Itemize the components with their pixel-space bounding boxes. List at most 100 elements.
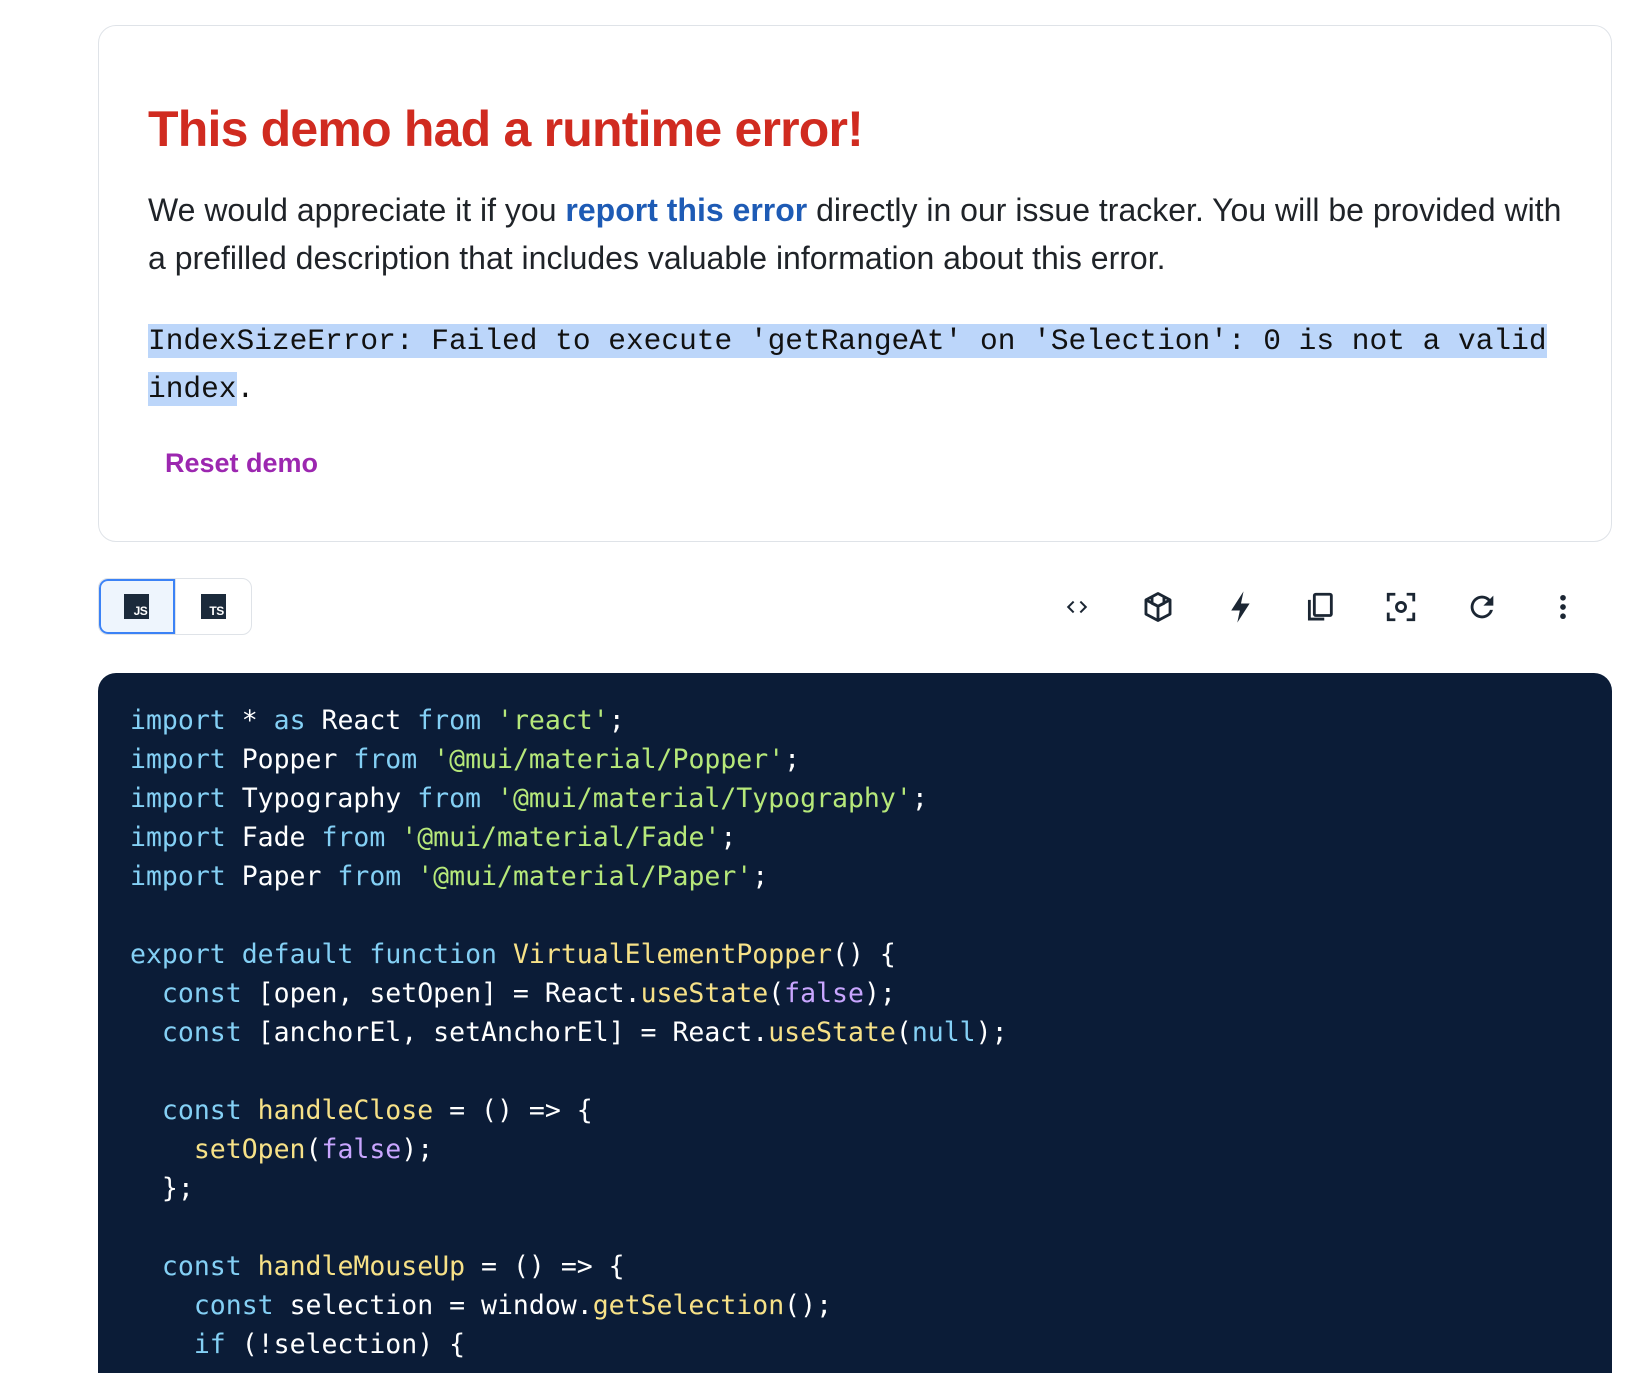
code-token: import	[130, 744, 226, 775]
code-line: import Paper from '@mui/material/Paper';	[130, 857, 1008, 896]
code-token: ;	[784, 744, 801, 775]
code-token: handleClose	[257, 1095, 434, 1126]
code-token: );	[863, 978, 896, 1009]
code-icon	[1066, 600, 1088, 614]
code-token: false	[321, 1134, 402, 1165]
reset-demo-button[interactable]: Reset demo	[151, 436, 332, 490]
code-token: };	[130, 1173, 194, 1204]
code-token: from	[417, 783, 482, 814]
ts-toggle-button[interactable]: TS	[174, 579, 252, 634]
code-token: Fade	[225, 822, 322, 853]
code-token: [open, setOpen] = React.	[241, 978, 641, 1009]
code-token: Popper	[225, 744, 354, 775]
copy-source-button[interactable]	[1297, 584, 1343, 630]
code-token: const	[161, 1251, 242, 1282]
language-toggle: JS TS	[98, 578, 252, 635]
code-token: ;	[911, 783, 928, 814]
code-line: import Fade from '@mui/material/Fade';	[130, 818, 1008, 857]
code-token: from	[417, 705, 482, 736]
code-token: from	[337, 861, 402, 892]
code-token: export	[130, 939, 226, 970]
more-options-button[interactable]	[1540, 584, 1586, 630]
code-token: useState	[768, 1017, 896, 1048]
code-token: from	[353, 744, 418, 775]
code-token: Typography	[225, 783, 418, 814]
code-token: );	[975, 1017, 1008, 1048]
code-token: () {	[832, 939, 896, 970]
code-token: (	[895, 1017, 912, 1048]
code-line: const selection = window.getSelection();	[130, 1286, 1008, 1325]
code-line: const [anchorEl, setAnchorEl] = React.us…	[130, 1013, 1008, 1052]
code-token: default	[241, 939, 354, 970]
error-description: We would appreciate it if you report thi…	[148, 186, 1578, 282]
source-code: import * as React from 'react'; import Po…	[130, 701, 1008, 1364]
error-message-selected: IndexSizeError: Failed to execute 'getRa…	[148, 324, 1547, 406]
stackblitz-button[interactable]	[1216, 584, 1262, 630]
code-token: '@mui/material/Popper'	[433, 744, 785, 775]
code-token: ();	[784, 1290, 833, 1321]
code-line: const [open, setOpen] = React.useState(f…	[130, 974, 1008, 1013]
code-block[interactable]: import * as React from 'react'; import Po…	[98, 673, 1612, 1373]
reset-demo-icon-button[interactable]	[1459, 584, 1505, 630]
code-token: [anchorEl, setAnchorEl] = React.	[241, 1017, 769, 1048]
show-source-button[interactable]	[1054, 584, 1100, 630]
code-token: const	[161, 1095, 242, 1126]
code-token: if	[193, 1329, 226, 1360]
code-token: 'react'	[497, 705, 609, 736]
code-token: Paper	[225, 861, 338, 892]
code-token: from	[321, 822, 386, 853]
codesandbox-button[interactable]	[1135, 584, 1181, 630]
code-token: '@mui/material/Paper'	[417, 861, 753, 892]
code-token: import	[130, 705, 226, 736]
code-token: useState	[640, 978, 769, 1009]
code-line: import Popper from '@mui/material/Popper…	[130, 740, 1008, 779]
code-token: selection = window.	[273, 1290, 593, 1321]
code-token: ;	[752, 861, 769, 892]
code-token: );	[401, 1134, 434, 1165]
code-token: = () => {	[433, 1095, 593, 1126]
js-icon: JS	[124, 594, 150, 619]
code-line: export default function VirtualElementPo…	[130, 935, 1008, 974]
code-token: '@mui/material/Typography'	[496, 783, 912, 814]
js-toggle-button[interactable]: JS	[99, 579, 175, 634]
error-message: IndexSizeError: Failed to execute 'getRa…	[148, 317, 1598, 413]
error-card: This demo had a runtime error! We would …	[98, 25, 1612, 542]
code-token: (!selection) {	[225, 1329, 466, 1360]
code-token: as	[273, 705, 306, 736]
code-token: '@mui/material/Fade'	[401, 822, 721, 853]
code-token: const	[161, 1017, 242, 1048]
code-token: (	[768, 978, 785, 1009]
code-token: = () => {	[465, 1251, 625, 1282]
code-token: import	[130, 861, 226, 892]
code-token: null	[911, 1017, 976, 1048]
code-token: handleMouseUp	[257, 1251, 466, 1282]
focus-icon	[1386, 592, 1416, 622]
code-token: ;	[608, 705, 625, 736]
error-message-end: .	[236, 372, 255, 406]
code-token: import	[130, 822, 226, 853]
more-vert-icon	[1560, 594, 1566, 620]
code-token: getSelection	[592, 1290, 785, 1321]
report-error-link[interactable]: report this error	[565, 192, 807, 228]
code-line: const handleClose = () => {	[130, 1091, 1008, 1130]
code-token: VirtualElementPopper	[512, 939, 833, 970]
code-line: const handleMouseUp = () => {	[130, 1247, 1008, 1286]
code-token: false	[784, 978, 864, 1009]
reset-focus-button[interactable]	[1378, 584, 1424, 630]
